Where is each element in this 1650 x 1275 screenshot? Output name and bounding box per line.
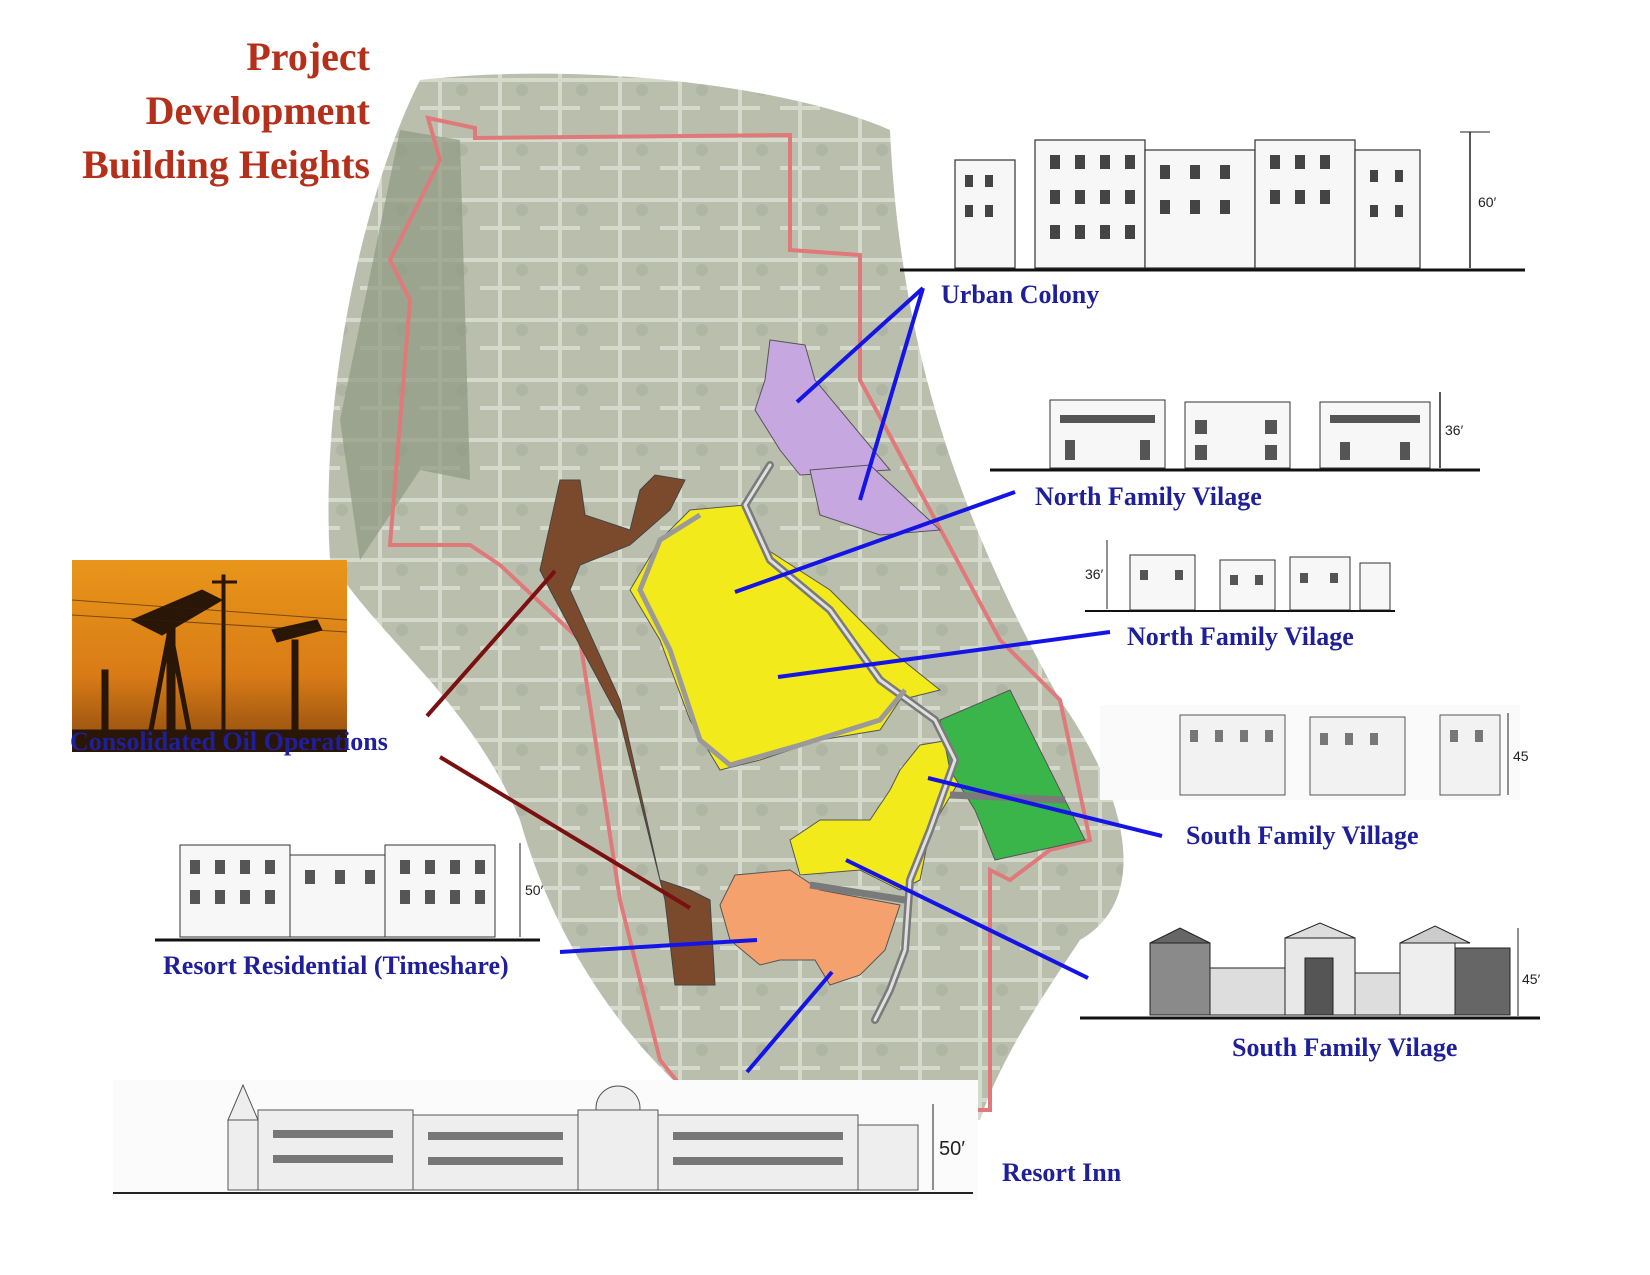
label-resort-inn: Resort Inn (1002, 1158, 1122, 1187)
resort-inn-elevation: 50′ (113, 1080, 978, 1200)
label-urban-colony: Urban Colony (941, 280, 1100, 309)
label-resort-residential: Resort Residential (Timeshare) (163, 951, 509, 980)
north-family-elevation-2: 36′ (1085, 540, 1395, 612)
south-family-elevation-2: 45′ (1080, 922, 1541, 1020)
north-family-elevation-1: 36′ (990, 392, 1480, 472)
south-family-2-height: 45′ (1522, 971, 1541, 987)
label-south-family-2: South Family Vilage (1232, 1033, 1458, 1062)
oil-operations-photo (72, 560, 347, 752)
urban-colony-height: 60′ (1478, 194, 1497, 210)
south-family-1-height: 45 (1513, 748, 1529, 764)
south-family-elevation-1: 45 (1100, 705, 1529, 800)
north-family-2-height: 36′ (1085, 566, 1104, 582)
label-south-family-1: South Family Village (1186, 821, 1419, 850)
label-north-family-2: North Family Vilage (1127, 622, 1354, 651)
resort-residential-height: 50′ (525, 882, 544, 898)
label-north-family-1: North Family Vilage (1035, 482, 1262, 511)
urban-colony-elevation: 60′ (900, 131, 1525, 272)
north-family-1-height: 36′ (1445, 422, 1464, 438)
resort-inn-height: 50′ (939, 1138, 965, 1160)
resort-residential-elevation: 50′ (155, 843, 544, 942)
label-consolidated-oil: Consolidated Oil Operations (70, 727, 388, 756)
